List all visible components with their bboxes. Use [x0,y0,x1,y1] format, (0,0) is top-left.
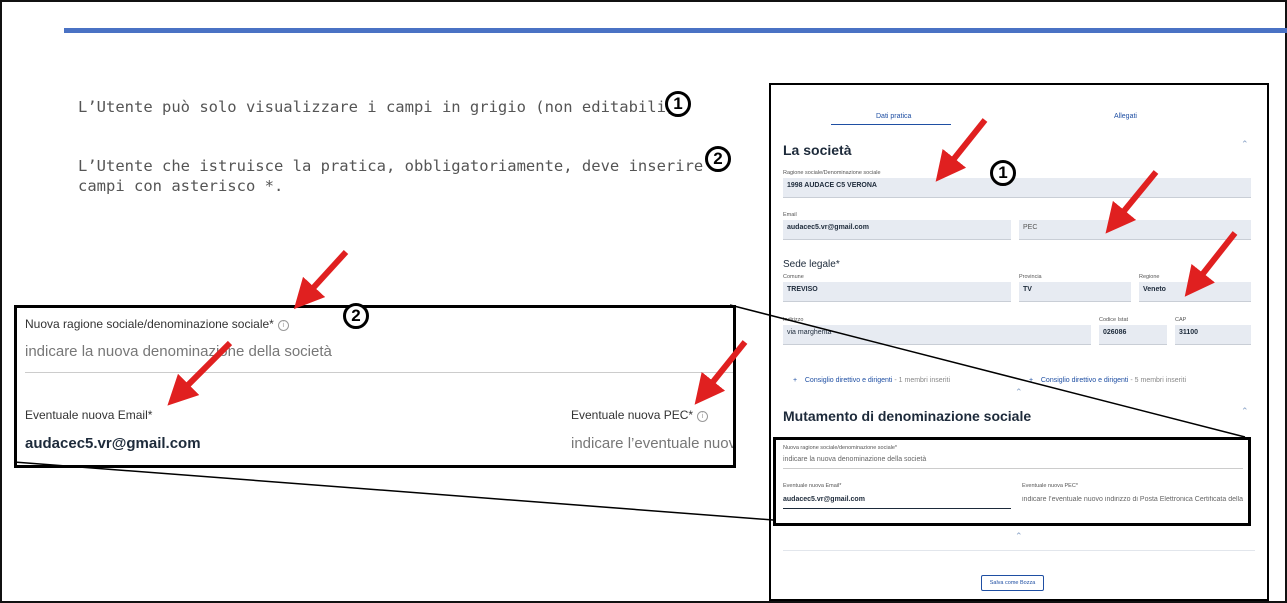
field-label-istat: Codice Istat [1099,317,1129,323]
comune-readonly: TREVISO [783,282,1011,302]
plus-icon: + [793,377,798,384]
zoom-ragione-input[interactable]: indicare la nuova denominazione della so… [25,343,332,360]
zoom-email-label: Eventuale nuova Email* [25,408,153,422]
zoom-pec-label: Eventuale nuova PEC* i [571,408,709,422]
mut-ragione-input[interactable]: indicare la nuova denominazione della so… [783,456,926,463]
active-tab-underline [831,124,951,125]
marker-two-zoom: 2 [343,303,369,329]
email-readonly: audacec5.vr@gmail.com [783,220,1011,240]
chevron-up-icon[interactable]: ⌃ [1015,387,1023,398]
mut-pec-input[interactable]: indicare l’eventuale nuovo indirizzo di … [1022,496,1244,503]
field-label-cap: CAP [1175,317,1187,323]
field-label-indirizzo: Indirizzo [783,317,804,323]
marker-two: 2 [705,146,731,172]
chevron-up-icon[interactable]: ⌃ [1015,531,1023,542]
intro-line-1: L’Utente può solo visualizzare i campi i… [78,98,685,116]
mut-email-label: Eventuale nuova Email* [783,483,842,489]
email-underline [783,508,1011,509]
section-divider [783,550,1255,551]
tab-allegati[interactable]: Allegati [1114,113,1137,120]
chevron-up-icon[interactable]: ⌃ [1241,139,1249,150]
consiglio-add-1[interactable]: + Consiglio direttivo e dirigenti - 1 me… [793,377,950,384]
provincia-readonly: TV [1019,282,1131,302]
field-label-regione: Regione [1139,274,1160,280]
field-label-ragione: Ragione sociale/Denominazione sociale [783,170,881,176]
field-label-provincia: Provincia [1019,274,1042,280]
marker-one-panel: 1 [990,160,1016,186]
plus-icon: + [1029,377,1034,384]
ragione-readonly: 1998 AUDACE C5 VERONA [783,178,1251,198]
zoom-email-input[interactable]: audacec5.vr@gmail.com [25,435,201,452]
info-icon[interactable]: i [277,320,289,331]
consiglio-add-2[interactable]: + Consiglio direttivo e dirigenti - 5 me… [1029,377,1186,384]
mut-pec-label: Eventuale nuova PEC* [1022,483,1078,489]
mut-ragione-label: Nuova ragione sociale/denominazione soci… [783,445,898,451]
tab-dati-pratica[interactable]: Dati pratica [876,113,911,120]
pec-readonly: PEC [1019,220,1251,240]
indirizzo-readonly: via margherita [783,325,1091,345]
zoom-detail: Nuova ragione sociale/denominazione soci… [14,305,736,468]
intro-line-2: L’Utente che istruisce la pratica, obbli… [78,157,713,175]
zoom-pec-input[interactable]: indicare l’eventuale nuovo indirizzo di … [571,435,733,452]
intro-line-3: campi con asterisco *. [78,177,284,195]
zoom-ragione-label: Nuova ragione sociale/denominazione soci… [25,317,289,331]
chevron-up-icon[interactable]: ⌃ [1241,406,1249,417]
mut-email-input[interactable]: audacec5.vr@gmail.com [783,496,865,503]
marker-one: 1 [665,91,691,117]
field-label-email: Email [783,212,797,218]
zoom-divider [25,372,733,373]
save-draft-button[interactable]: Salva come Bozza [981,575,1044,591]
field-label-comune: Comune [783,274,804,280]
cap-readonly: 31100 [1175,325,1251,345]
section-title-mutamento: Mutamento di denominazione sociale [783,408,1032,424]
highlight-box: Nuova ragione sociale/denominazione soci… [773,437,1251,526]
info-icon[interactable]: i [697,411,709,422]
mut-divider [783,468,1243,469]
section-title-societa: La società [783,142,852,158]
section-title-sede: Sede legale* [783,259,840,270]
header-rule [64,28,1287,33]
regione-readonly: Veneto [1139,282,1251,302]
istat-readonly: 026086 [1099,325,1167,345]
